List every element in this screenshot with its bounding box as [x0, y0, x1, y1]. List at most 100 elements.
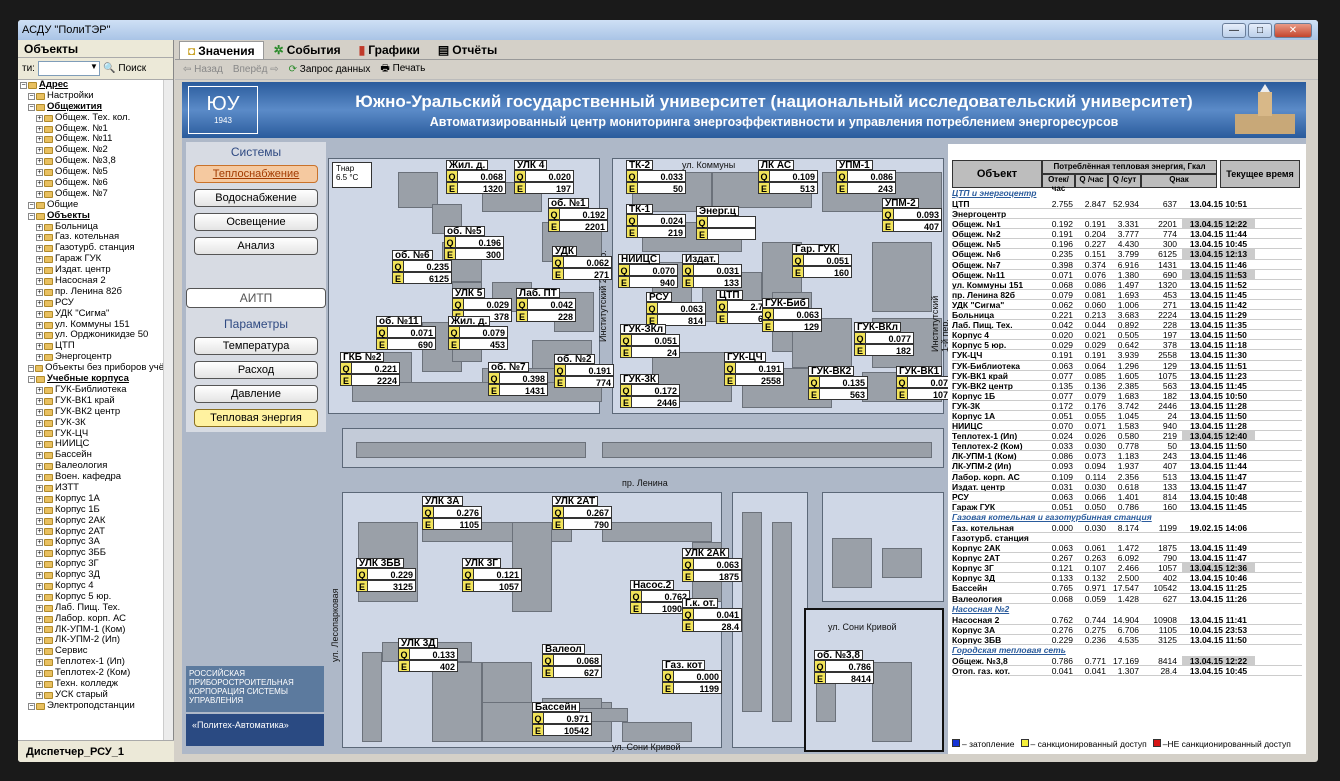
table-row[interactable]: Теплотех-2 (Ком) 0.033 0.030 0.778 50 13.04.1…	[952, 441, 1302, 452]
meter-widget[interactable]: УЛК 2АТ Q 0.267 E 790	[552, 496, 612, 530]
expand-icon[interactable]: +	[36, 648, 43, 656]
expand-icon[interactable]: +	[36, 288, 43, 296]
table-row[interactable]: НИИЦС 0.070 0.071 1.583 940 13.04.15 11:28	[952, 421, 1302, 432]
meter-widget[interactable]: об. №2 Q 0.191 E 774	[554, 354, 614, 388]
table-row[interactable]: ГУК-ЦЧ 0.191 0.191 3.939 2558 13.04.15 11:30	[952, 350, 1302, 361]
meter-widget[interactable]: Бассейн Q 0.971 E 10542	[532, 702, 592, 736]
table-row[interactable]: РСУ 0.063 0.066 1.401 814 13.04.15 10:48	[952, 492, 1302, 502]
building[interactable]	[772, 522, 792, 722]
tab-values[interactable]: ◘ Значения	[179, 41, 264, 59]
expand-icon[interactable]: +	[36, 582, 43, 590]
table-row[interactable]: Издат. центр 0.031 0.030 0.618 133 13.04.15 1…	[952, 482, 1302, 492]
table-row[interactable]: Корпус 3Д 0.133 0.132 2.500 402 13.04.15 10:4…	[952, 573, 1302, 584]
table-row[interactable]: Лабор. корп. АС 0.109 0.114 2.356 513 13.04.1…	[952, 472, 1302, 482]
meter-widget[interactable]: Лаб. ПТ Q 0.042 E 228	[516, 288, 576, 322]
meter-widget[interactable]: ГУК-ВКл Q 0.077 E 182	[854, 322, 914, 356]
expand-icon[interactable]: +	[36, 190, 43, 198]
table-row[interactable]: Лаб. Пищ. Тех. 0.042 0.044 0.892 228 13.04.15…	[952, 320, 1302, 331]
expand-icon[interactable]: +	[36, 256, 43, 264]
table-row[interactable]: Больница 0.221 0.213 3.683 2224 13.04.15 11:2…	[952, 310, 1302, 321]
expand-icon[interactable]: −	[28, 92, 35, 100]
meter-widget[interactable]: РСУ Q 0.063 E 814	[646, 292, 706, 326]
meter-widget[interactable]: об. №3,8 Q 0.786 E 8414	[814, 650, 874, 684]
expand-icon[interactable]: +	[36, 430, 43, 438]
expand-icon[interactable]: +	[36, 441, 43, 449]
building[interactable]	[832, 538, 872, 588]
table-row[interactable]: УДК "Сигма" 0.062 0.060 1.006 271 13.04.15 11…	[952, 300, 1302, 311]
expand-icon[interactable]: +	[36, 561, 43, 569]
expand-icon[interactable]: +	[36, 277, 43, 285]
lighting-button[interactable]: Освещение	[194, 213, 318, 231]
table-row[interactable]: пр. Ленина 82б 0.079 0.081 1.693 453 13.04.15…	[952, 290, 1302, 300]
forward-button[interactable]: Вперёд ⇨	[233, 64, 279, 75]
tree-item[interactable]: + пр. Ленина 82б	[18, 286, 164, 298]
expand-icon[interactable]: +	[36, 615, 43, 623]
tree-item[interactable]: + ул. Орджоникидзе 50	[18, 330, 164, 341]
expand-icon[interactable]: +	[36, 474, 43, 481]
meter-widget[interactable]: УЛК 4 Q 0.020 E 197	[514, 160, 574, 194]
expand-icon[interactable]: +	[36, 550, 43, 558]
meter-widget[interactable]: УПМ-1 Q 0.086 E 243	[836, 160, 896, 194]
meter-widget[interactable]: Г.к. от. Q 0.041 E 28.4	[682, 598, 742, 632]
meter-widget[interactable]: УЛК 3БВ Q 0.229 E 3125	[356, 558, 416, 592]
meter-widget[interactable]: об. №6 Q 0.235 E 6125	[392, 250, 452, 284]
tree-item[interactable]: − Объекты	[18, 210, 164, 222]
expand-icon[interactable]: +	[36, 386, 43, 394]
expand-icon[interactable]: −	[28, 375, 35, 383]
building[interactable]	[882, 548, 922, 578]
expand-icon[interactable]: −	[28, 212, 35, 220]
expand-icon[interactable]: +	[36, 495, 43, 503]
meter-widget[interactable]: Жил. д. Q 0.068 E 1320	[446, 160, 506, 194]
table-row[interactable]: Корпус 4 0.020 0.021 0.505 197 13.04.15 11:50	[952, 330, 1302, 341]
table-row[interactable]: Газотурб. станция	[952, 533, 1302, 544]
pressure-button[interactable]: Давление	[194, 385, 318, 403]
expand-icon[interactable]: +	[36, 179, 43, 187]
expand-icon[interactable]: +	[36, 136, 43, 144]
heat-supply-button[interactable]: Теплоснабжение	[194, 165, 318, 183]
meter-widget[interactable]: УЛК 3Г Q 0.121 E 1057	[462, 558, 522, 592]
table-row[interactable]: Энергоцентр	[952, 209, 1302, 220]
meter-widget[interactable]: Издат. Q 0.031 E 133	[682, 254, 742, 288]
expand-icon[interactable]: +	[36, 332, 43, 340]
table-row[interactable]: Общеж. №3,8 0.786 0.771 17.169 8414 13.04.15 …	[952, 655, 1302, 667]
print-button[interactable]: 🖶 Печать	[380, 61, 425, 78]
table-row[interactable]: Общеж. №7 0.398 0.374 6.916 1431 13.04.15 11:…	[952, 260, 1302, 270]
tree-item[interactable]: + ГУК-ЦЧ	[18, 428, 164, 440]
meter-widget[interactable]: УЛК 2АК Q 0.063 E 1875	[682, 548, 742, 582]
table-row[interactable]: ЛК-УПМ-2 (Ип) 0.093 0.094 1.937 407 13.04.15 …	[952, 461, 1302, 472]
expand-icon[interactable]: +	[36, 147, 43, 155]
table-row[interactable]: Бассейн 0.765 0.971 17.547 10542 13.04.15 11:…	[952, 583, 1302, 594]
expand-icon[interactable]: +	[36, 223, 43, 231]
temperature-button[interactable]: Температура	[194, 337, 318, 355]
table-row[interactable]: ГУК-Библиотека 0.063 0.064 1.296 129 13.04.15…	[952, 361, 1302, 371]
expand-icon[interactable]: +	[36, 670, 43, 678]
table-row[interactable]: Общеж. №6 0.235 0.151 3.799 6125 13.04.15 12:…	[952, 249, 1302, 260]
building[interactable]	[872, 662, 912, 742]
table-row[interactable]: Валеология 0.068 0.059 1.428 627 13.04.15 11:…	[952, 594, 1302, 604]
tree-item[interactable]: − Электроподстанции	[18, 700, 164, 712]
meter-widget[interactable]: Валеол Q 0.068 E 627	[542, 644, 602, 678]
tab-events[interactable]: ✲ События	[266, 41, 349, 59]
expand-icon[interactable]: +	[36, 539, 43, 547]
meter-widget[interactable]: УЛК 3Д Q 0.133 E 402	[398, 638, 458, 672]
expand-icon[interactable]: +	[36, 484, 43, 492]
expand-icon[interactable]: +	[36, 452, 43, 460]
tab-reports[interactable]: ▤ Отчёты	[430, 41, 505, 59]
expand-icon[interactable]: +	[36, 604, 43, 612]
meter-widget[interactable]: об. №5 Q 0.196 E 300	[444, 226, 504, 260]
meter-widget[interactable]: ГУК-ВК1 Q 0.077 E 1075	[896, 366, 956, 400]
expand-icon[interactable]: +	[36, 680, 43, 688]
maximize-button[interactable]: □	[1248, 22, 1272, 38]
expand-icon[interactable]: −	[28, 702, 35, 710]
table-row[interactable]: Корпус 1А 0.051 0.055 1.045 24 13.04.15 11:50	[952, 411, 1302, 422]
meter-widget[interactable]: ГУК-ЦЧ Q 0.191 E 2558	[724, 352, 784, 386]
building[interactable]	[602, 522, 712, 542]
tab-charts[interactable]: ▮ Графики	[351, 41, 428, 59]
meter-widget[interactable]: ГУК-3К Q 0.172 E 2446	[620, 374, 680, 408]
meter-widget[interactable]: Насос.2 Q 0.762 E 10908	[630, 580, 690, 614]
table-row[interactable]: ГУК-3К 0.172 0.176 3.742 2446 13.04.15 11:28	[952, 401, 1302, 411]
table-row[interactable]: Насосная 2 0.762 0.744 14.904 10908 13.04.15 …	[952, 615, 1302, 625]
table-row[interactable]: Отоп. газ. кот. 0.041 0.041 1.307 28.4 13.04.…	[952, 666, 1302, 677]
expand-icon[interactable]: +	[36, 408, 43, 416]
tree-item[interactable]: + Лабор. корп. АС	[18, 613, 164, 625]
